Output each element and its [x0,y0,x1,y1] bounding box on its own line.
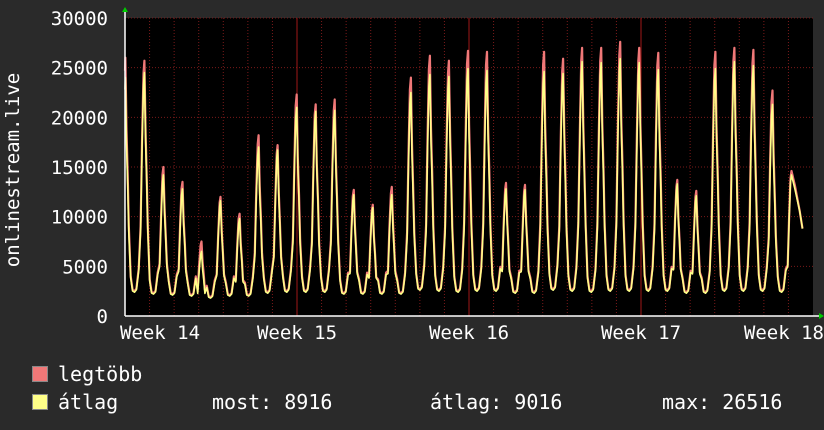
chart-root: 0 5000 10000 15000 20000 25000 30000 Week 14 Wee… [0,0,824,430]
stat-max: max: 26516 [662,390,783,414]
x-axis-arrow-icon [819,313,824,319]
x-tick-label: Week 14 [120,322,200,344]
y-tick-label: 0 [97,306,108,328]
y-tick-label: 25000 [51,58,108,80]
y-tick-label: 15000 [51,157,108,179]
y-axis-label: onlinestream.live [2,72,24,268]
x-tick-label: Week 18 [744,322,824,344]
y-axis-arrow-icon [122,7,128,12]
legend-item-avg: átlag [32,390,118,414]
legend-swatch-max [32,366,48,382]
legend-item-max: legtöbb [32,362,142,386]
stat-current: most: 8916 [212,390,333,414]
traffic-chart: 0 5000 10000 15000 20000 25000 30000 Week 14 Wee… [51,7,824,344]
legend-label-max: legtöbb [58,362,143,386]
stat-average: átlag: 9016 [430,390,563,414]
y-axis-label-wrap: onlinestream.live [0,60,26,280]
y-tick-label: 5000 [62,256,108,278]
legend-label-avg: átlag [58,390,119,414]
y-tick-label: 30000 [51,8,108,30]
x-tick-label: Week 15 [257,322,337,344]
x-tick-label: Week 16 [429,322,509,344]
x-tick-label: Week 17 [601,322,681,344]
legend-swatch-avg [32,394,48,410]
y-tick-label: 20000 [51,107,108,129]
y-tick-label: 10000 [51,207,108,229]
